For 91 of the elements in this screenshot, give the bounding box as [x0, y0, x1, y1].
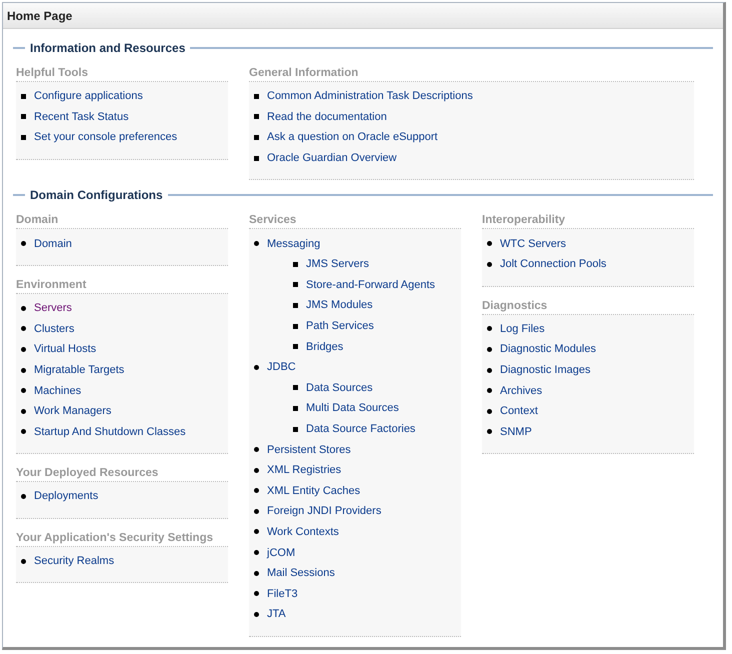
nav-link[interactable]: SNMP	[500, 426, 532, 438]
bullet-icon	[21, 134, 26, 140]
nav-link[interactable]: Security Realms	[34, 555, 114, 568]
bullet-icon	[487, 429, 492, 434]
bullet-icon	[254, 447, 259, 452]
bullet-icon	[254, 488, 259, 494]
nav-link[interactable]: Machines	[34, 384, 82, 397]
nav-link[interactable]: Diagnostic Images	[500, 364, 590, 376]
nav-link[interactable]: JMS Servers	[306, 258, 369, 270]
bullet-icon	[254, 468, 259, 473]
bullet-icon	[487, 241, 492, 246]
nav-link[interactable]: JDBC	[267, 361, 296, 374]
nav-link[interactable]: Diagnostic Modules	[500, 343, 596, 356]
nav-link[interactable]: Bridges	[306, 340, 344, 353]
bullet-icon	[293, 344, 298, 350]
nav-link[interactable]: Store-and-Forward Agents	[306, 278, 436, 291]
bullet-icon	[293, 282, 298, 288]
nav-link[interactable]: Work Contexts	[267, 526, 339, 538]
bullet-icon	[254, 114, 259, 120]
nav-link[interactable]: Data Source Factories	[306, 423, 416, 436]
bullet-icon	[254, 550, 259, 556]
bullet-icon	[254, 94, 259, 99]
nav-link[interactable]: Jolt Connection Pools	[500, 258, 606, 270]
nav-link[interactable]: JMS Modules	[306, 299, 373, 312]
nav-link[interactable]: XML Entity Caches	[267, 484, 360, 497]
nav-link[interactable]: Domain	[34, 238, 72, 250]
bullet-icon	[21, 388, 26, 394]
bullet-icon	[293, 302, 298, 308]
bullet-icon	[21, 241, 26, 246]
bullet-icon	[21, 429, 26, 434]
nav-link[interactable]: WTC Servers	[500, 238, 566, 250]
nav-link[interactable]: Oracle Guardian Overview	[267, 152, 397, 164]
nav-link[interactable]: FileT3	[267, 588, 298, 600]
bullet-icon	[254, 508, 259, 514]
bullet-icon	[487, 262, 492, 267]
bullet-icon	[21, 368, 26, 373]
nav-link[interactable]: Configure applications	[34, 90, 143, 102]
bullet-icon	[21, 114, 26, 120]
bullet-icon	[487, 368, 492, 373]
nav-link[interactable]: Clusters	[34, 322, 74, 335]
nav-link[interactable]: Multi Data Sources	[306, 402, 399, 414]
nav-link[interactable]: JTA	[267, 608, 286, 620]
nav-link[interactable]: Path Services	[306, 320, 374, 332]
bullet-icon	[21, 558, 26, 564]
bullet-icon	[254, 156, 259, 161]
page-title: Home Page	[3, 3, 723, 29]
bullet-icon	[21, 408, 26, 414]
bullet-icon	[487, 326, 492, 332]
bullet-icon	[254, 364, 259, 370]
nav-link[interactable]: Migratable Targets	[34, 364, 124, 376]
nav-link[interactable]: Recent Task Status	[34, 110, 129, 123]
nav-link[interactable]: Read the documentation	[267, 110, 387, 123]
nav-link[interactable]: Startup And Shutdown Classes	[34, 426, 186, 438]
nav-link[interactable]: Archives	[500, 384, 542, 397]
nav-link[interactable]: Messaging	[267, 238, 320, 250]
bullet-icon	[254, 241, 259, 246]
bullet-icon	[21, 346, 26, 352]
bullet-icon	[254, 591, 259, 596]
bullet-icon	[487, 408, 492, 414]
nav-link[interactable]: Foreign JNDI Providers	[267, 505, 382, 518]
nav-link[interactable]: Log Files	[500, 322, 545, 335]
nav-link[interactable]: Common Administration Task Descriptions	[267, 90, 473, 102]
bullet-icon	[293, 426, 298, 432]
bullet-icon	[21, 94, 26, 99]
nav-link[interactable]: Persistent Stores	[267, 444, 351, 456]
bullet-icon	[254, 612, 259, 617]
nav-link[interactable]: Set your console preferences	[34, 131, 178, 144]
nav-link[interactable]: Work Managers	[34, 405, 112, 418]
nav-link[interactable]: jCOM	[267, 546, 296, 559]
nav-link[interactable]: Servers	[34, 302, 72, 314]
bullet-icon	[293, 406, 298, 411]
nav-link[interactable]: Data Sources	[306, 382, 373, 394]
bullet-icon	[487, 346, 492, 352]
bullet-icon	[487, 388, 492, 394]
nav-link[interactable]: Mail Sessions	[267, 567, 335, 580]
bullet-icon	[293, 324, 298, 329]
section-title: Information and Resources	[30, 41, 186, 55]
bullet-icon	[21, 306, 26, 311]
nav-link[interactable]: Deployments	[34, 490, 98, 502]
nav-link[interactable]: Context	[500, 405, 538, 418]
nav-link[interactable]: XML Registries	[267, 464, 342, 476]
bullet-icon	[254, 570, 259, 576]
bullet-icon	[254, 529, 259, 534]
nav-link[interactable]: Virtual Hosts	[34, 343, 96, 356]
bullet-icon	[293, 385, 298, 390]
nav-link[interactable]: Ask a question on Oracle eSupport	[267, 131, 438, 144]
bullet-icon	[21, 326, 26, 332]
bullet-icon	[21, 494, 26, 499]
bullet-icon	[293, 262, 298, 267]
section-title: Domain Configurations	[30, 188, 163, 202]
bullet-icon	[254, 134, 259, 140]
